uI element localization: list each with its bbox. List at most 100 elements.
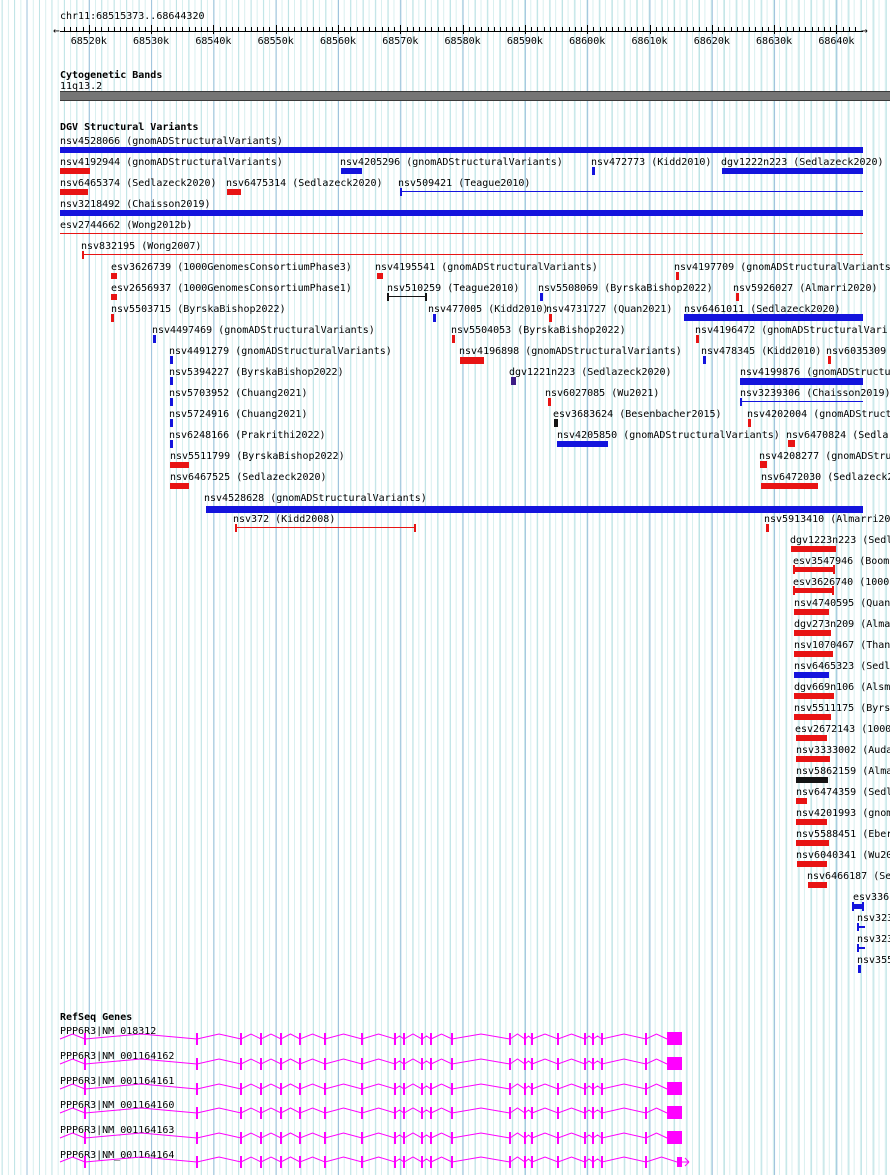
variant-glyph[interactable] (170, 462, 189, 468)
variant-glyph[interactable] (684, 314, 863, 321)
variant-glyph[interactable] (859, 947, 865, 949)
variant-label[interactable]: nsv4205850 (gnomADStructuralVariants) (557, 430, 780, 441)
variant-glyph[interactable] (832, 586, 834, 595)
variant-label[interactable]: nsv5724916 (Chuang2021) (169, 409, 307, 420)
variant-glyph[interactable] (833, 565, 835, 574)
variant-glyph[interactable] (387, 296, 427, 297)
variant-glyph[interactable] (111, 273, 117, 279)
variant-glyph[interactable] (60, 233, 863, 234)
variant-label[interactable]: nsv472773 (Kidd2010) (591, 157, 711, 168)
variant-glyph[interactable] (549, 314, 552, 322)
variant-glyph[interactable] (862, 902, 864, 911)
variant-glyph[interactable] (414, 524, 416, 532)
variant-glyph[interactable] (60, 168, 90, 174)
gene-model[interactable] (0, 1026, 890, 1052)
variant-label[interactable]: nsv5511799 (ByrskaBishop2022) (170, 451, 345, 462)
variant-glyph[interactable] (791, 546, 836, 552)
variant-label[interactable]: nsv5504053 (ByrskaBishop2022) (451, 325, 626, 336)
variant-label[interactable]: nsv5503715 (ByrskaBishop2022) (111, 304, 286, 315)
variant-glyph[interactable] (796, 756, 830, 762)
variant-label[interactable]: esv2656937 (1000GenomesConsortiumPhase1) (111, 283, 352, 294)
variant-glyph[interactable] (170, 440, 173, 448)
variant-glyph[interactable] (796, 777, 828, 783)
genome-browser-panel[interactable]: chr11:68515373..68644320 ← → 68520k 68530k 6… (0, 0, 890, 1175)
variant-glyph[interactable] (82, 251, 84, 259)
variant-glyph[interactable] (111, 294, 117, 300)
variant-glyph[interactable] (761, 483, 818, 489)
variant-label[interactable]: nsv6027085 (Wu2021) (545, 388, 659, 399)
variant-glyph[interactable] (548, 398, 551, 406)
variant-label[interactable]: nsv4196472 (gnomADStructuralVari (695, 325, 888, 336)
cytoband-bar[interactable] (60, 91, 890, 101)
variant-glyph[interactable] (740, 378, 863, 385)
variant-glyph[interactable] (676, 272, 679, 280)
variant-glyph[interactable] (170, 398, 173, 406)
variant-label[interactable]: nsv355 (857, 955, 890, 966)
variant-label[interactable]: nsv4195541 (gnomADStructuralVariants) (375, 262, 598, 273)
variant-glyph[interactable] (540, 293, 543, 301)
variant-label[interactable]: esv2672143 (1000 (795, 724, 890, 735)
variant-label[interactable]: nsv478345 (Kidd2010) (701, 346, 821, 357)
variant-label[interactable]: nsv5394227 (ByrskaBishop2022) (169, 367, 344, 378)
variant-label[interactable]: nsv509421 (Teague2010) (398, 178, 530, 189)
variant-glyph[interactable] (341, 168, 362, 174)
variant-glyph[interactable] (554, 419, 558, 427)
variant-label[interactable]: nsv6035309 (826, 346, 886, 357)
variant-label[interactable]: nsv3333002 (Auda (796, 745, 890, 756)
variant-glyph[interactable] (170, 419, 173, 427)
gene-model[interactable] (0, 1149, 890, 1175)
variant-glyph[interactable] (796, 840, 829, 846)
variant-label[interactable]: dgv669n106 (Alsm (794, 682, 890, 693)
variant-glyph[interactable] (206, 506, 863, 513)
gene-model[interactable] (0, 1076, 890, 1102)
variant-glyph[interactable] (793, 567, 835, 572)
variant-label[interactable]: nsv4197709 (gnomADStructuralVariants (674, 262, 890, 273)
variant-glyph[interactable] (796, 819, 827, 825)
variant-glyph[interactable] (828, 356, 831, 364)
variant-glyph[interactable] (740, 398, 742, 406)
variant-glyph[interactable] (852, 902, 854, 911)
variant-label[interactable]: nsv3239306 (Chaisson2019) (740, 388, 890, 399)
variant-label[interactable]: esv3683624 (Besenbacher2015) (553, 409, 722, 420)
variant-glyph[interactable] (736, 293, 739, 301)
variant-label[interactable]: nsv832195 (Wong2007) (81, 241, 201, 252)
variant-glyph[interactable] (793, 586, 795, 595)
variant-label[interactable]: nsv4199876 (gnomADStructu (740, 367, 890, 378)
variant-label[interactable]: nsv323 (857, 913, 890, 924)
variant-glyph[interactable] (859, 926, 865, 928)
variant-glyph[interactable] (793, 588, 834, 593)
variant-label[interactable]: nsv4208277 (gnomADStru (759, 451, 890, 462)
variant-glyph[interactable] (788, 440, 795, 447)
variant-label[interactable]: nsv510259 (Teague2010) (387, 283, 519, 294)
variant-glyph[interactable] (703, 356, 706, 364)
variant-glyph[interactable] (808, 882, 827, 888)
variant-glyph[interactable] (433, 314, 436, 322)
variant-label[interactable]: nsv3218492 (Chaisson2019) (60, 199, 211, 210)
variant-label[interactable]: dgv273n209 (Alma (794, 619, 890, 630)
gene-model[interactable] (0, 1125, 890, 1151)
variant-glyph[interactable] (557, 441, 608, 447)
variant-label[interactable]: nsv323 (857, 934, 890, 945)
variant-label[interactable]: dgv1223n223 (Sedl (790, 535, 890, 546)
variant-glyph[interactable] (740, 401, 863, 402)
variant-glyph[interactable] (170, 483, 189, 489)
variant-label[interactable]: nsv4192944 (gnomADStructuralVariants) (60, 157, 283, 168)
variant-glyph[interactable] (400, 191, 863, 192)
variant-label[interactable]: nsv4740595 (Quan (794, 598, 890, 609)
variant-label[interactable]: nsv6040341 (Wu20 (796, 850, 890, 861)
variant-glyph[interactable] (760, 461, 767, 468)
variant-label[interactable]: nsv4497469 (gnomADStructuralVariants) (152, 325, 375, 336)
variant-glyph[interactable] (425, 293, 427, 301)
variant-glyph[interactable] (82, 254, 863, 255)
variant-glyph[interactable] (235, 527, 416, 528)
variant-label[interactable]: dgv1221n223 (Sedlazeck2020) (509, 367, 672, 378)
variant-label[interactable]: nsv6465323 (Sedl (794, 661, 890, 672)
variant-label[interactable]: nsv5588451 (Eber (796, 829, 890, 840)
variant-label[interactable]: nsv1070467 (Than (794, 640, 890, 651)
variant-label[interactable]: nsv4491279 (gnomADStructuralVariants) (169, 346, 392, 357)
variant-glyph[interactable] (452, 335, 455, 343)
variant-glyph[interactable] (387, 293, 389, 301)
variant-label[interactable]: nsv6465374 (Sedlazeck2020) (60, 178, 217, 189)
variant-label[interactable]: nsv6475314 (Sedlazeck2020) (226, 178, 383, 189)
variant-glyph[interactable] (794, 693, 834, 699)
